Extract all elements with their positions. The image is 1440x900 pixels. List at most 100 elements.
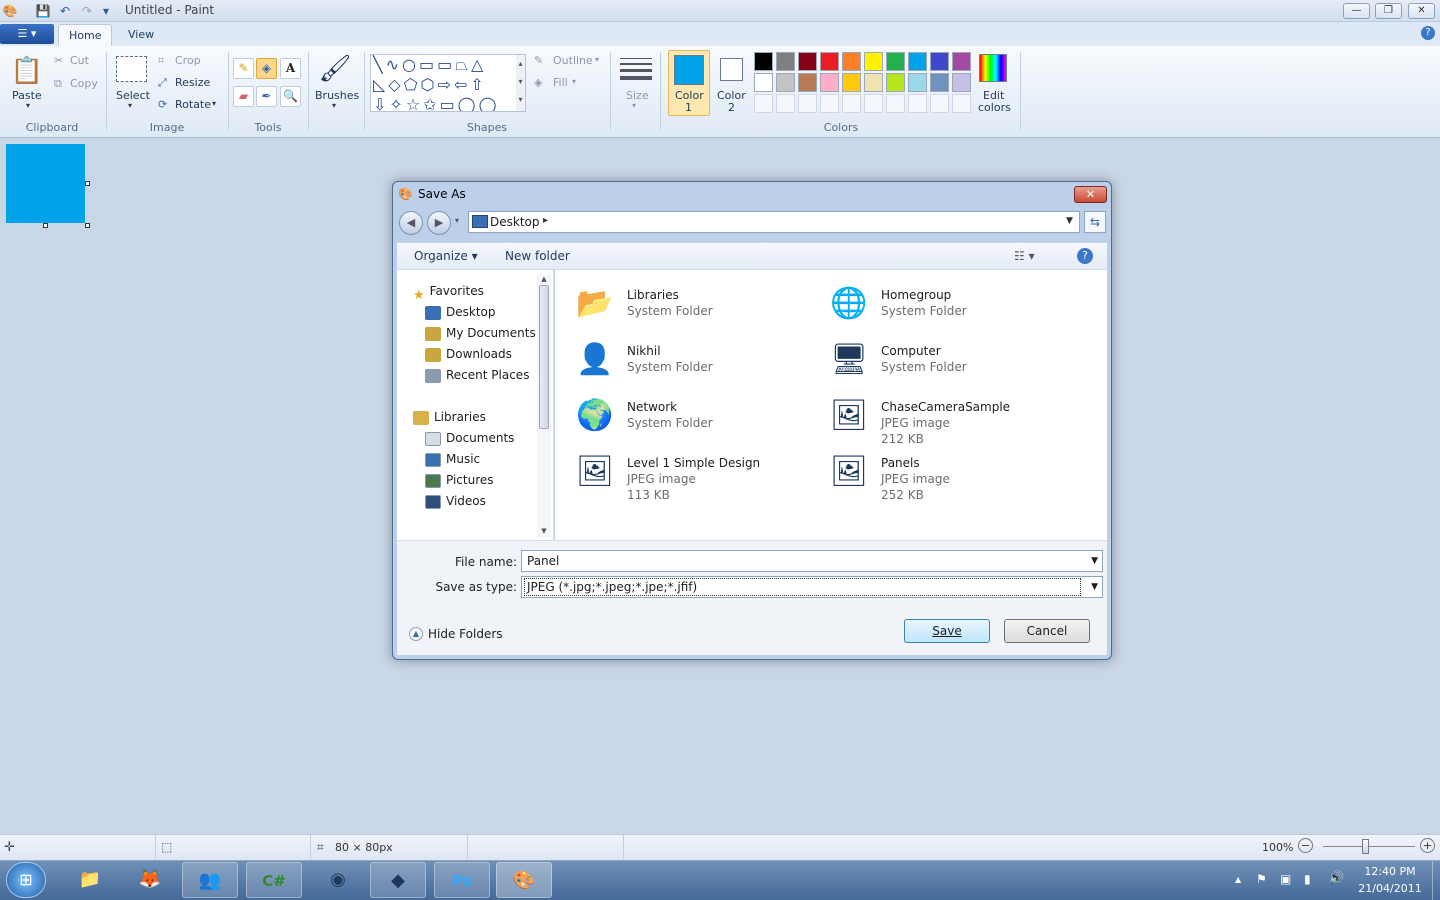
save-icon[interactable]: 💾 [35, 3, 51, 19]
crop-button[interactable]: Crop [175, 54, 201, 67]
show-desktop-button[interactable] [1432, 861, 1440, 900]
paste-dropdown-icon[interactable]: ▾ [26, 101, 30, 110]
nav-favorites[interactable]: ★ Favorites [413, 281, 484, 303]
brushes-dropdown-icon[interactable]: ▾ [332, 101, 336, 110]
size-dropdown-icon[interactable]: ▾ [632, 101, 636, 110]
recent-locations-dropdown[interactable]: ▾ [455, 216, 459, 225]
firefox-taskbar-icon[interactable]: 🦊 [122, 862, 178, 898]
palette-swatch[interactable] [864, 52, 883, 71]
breadcrumb-arrow[interactable]: ▸ [543, 215, 548, 226]
file-name-dropdown-icon[interactable]: ▼ [1091, 551, 1098, 571]
pencil-icon[interactable]: ✎ [233, 58, 254, 79]
outline-button[interactable]: Outline [553, 54, 593, 67]
palette-swatch[interactable] [930, 94, 949, 113]
blender-taskbar-icon[interactable]: ◉ [310, 862, 366, 898]
show-hidden-icons-button[interactable]: ▲ [1235, 875, 1241, 884]
select-dropdown-icon[interactable]: ▾ [128, 101, 132, 110]
palette-swatch[interactable] [776, 73, 795, 92]
file-item[interactable]: 🖼 Level 1 Simple Design JPEG image 113 KB [571, 447, 821, 503]
copy-button[interactable]: Copy [70, 77, 98, 90]
help-icon[interactable]: ? [1421, 26, 1435, 40]
file-item[interactable]: 👤 Nikhil System Folder [571, 335, 821, 387]
nav-libraries[interactable]: Libraries [413, 407, 486, 428]
minimize-button[interactable]: — [1343, 3, 1370, 19]
shapes-scroll[interactable]: ▴ ▾ ▾ [516, 55, 525, 111]
select-icon[interactable] [116, 56, 147, 82]
nav-scroll-up[interactable]: ▲ [537, 275, 551, 283]
palette-swatch[interactable] [952, 94, 971, 113]
action-center-flag-icon[interactable]: ⚑ [1256, 872, 1267, 886]
nav-library-item[interactable]: Documents [425, 428, 514, 449]
dialog-close-button[interactable]: ✕ [1074, 186, 1107, 203]
explorer-taskbar-icon[interactable]: 📁 [62, 862, 118, 898]
palette-swatch[interactable] [820, 73, 839, 92]
palette-swatch[interactable] [776, 94, 795, 113]
undo-icon[interactable]: ↶ [57, 3, 73, 19]
palette-swatch[interactable] [952, 73, 971, 92]
resize-handle-bottom[interactable] [43, 223, 48, 228]
palette-swatch[interactable] [798, 94, 817, 113]
select-button[interactable]: Select [116, 89, 150, 102]
edit-colors-icon[interactable] [979, 54, 1007, 82]
size-icon[interactable] [620, 56, 652, 82]
nav-library-item[interactable]: Videos [425, 491, 514, 512]
text-tool-icon[interactable]: A [280, 58, 301, 79]
start-button[interactable]: ⊞ [6, 862, 46, 898]
palette-swatch[interactable] [930, 73, 949, 92]
paste-icon[interactable]: 📋 [10, 52, 44, 90]
file-menu-button[interactable]: ☰ ▾ [0, 24, 54, 44]
nav-scroll-thumb[interactable] [539, 285, 549, 429]
color-picker-icon[interactable]: ✒ [256, 86, 277, 107]
magnifier-icon[interactable]: 🔍 [280, 86, 301, 107]
zoom-slider-track[interactable] [1323, 846, 1415, 847]
nav-favorite-item[interactable]: Downloads [425, 344, 536, 365]
edit-colors-button-line2[interactable]: colors [978, 101, 1011, 114]
nav-library-item[interactable]: Pictures [425, 470, 514, 491]
rotate-button[interactable]: Rotate [175, 98, 211, 111]
resize-handle-corner[interactable] [85, 223, 90, 228]
address-dropdown[interactable]: ▼ [1066, 216, 1073, 226]
resize-handle-right[interactable] [85, 181, 90, 186]
zoom-slider-thumb[interactable] [1362, 839, 1369, 854]
file-item[interactable]: 🌐 Homegroup System Folder [825, 279, 1075, 331]
organize-button[interactable]: Organize ▾ [414, 249, 478, 263]
palette-swatch[interactable] [798, 52, 817, 71]
palette-swatch[interactable] [798, 73, 817, 92]
restore-button[interactable]: ❐ [1375, 3, 1402, 19]
palette-swatch[interactable] [842, 73, 861, 92]
file-item[interactable]: 🌍 Network System Folder [571, 391, 821, 443]
palette-swatch[interactable] [886, 52, 905, 71]
size-button[interactable]: Size [626, 89, 649, 102]
nav-favorite-item[interactable]: Desktop [425, 302, 536, 323]
tab-home[interactable]: Home [58, 24, 113, 46]
palette-swatch[interactable] [886, 73, 905, 92]
palette-swatch[interactable] [820, 52, 839, 71]
palette-swatch[interactable] [908, 52, 927, 71]
paint-app-icon[interactable]: 🎨 [2, 3, 18, 19]
rotate-dropdown-icon[interactable]: ▾ [212, 99, 216, 108]
outline-dropdown-icon[interactable]: ▾ [595, 55, 599, 64]
tab-view[interactable]: View [118, 24, 164, 46]
palette-swatch[interactable] [864, 73, 883, 92]
file-item[interactable]: 🖥 Computer System Folder [825, 335, 1075, 387]
palette-swatch[interactable] [776, 52, 795, 71]
address-bar[interactable]: Desktop ▸ ▼ [468, 211, 1080, 233]
save-as-type-dropdown-icon[interactable]: ▼ [1091, 577, 1098, 597]
drawing-canvas[interactable] [6, 144, 85, 223]
save-as-type-select[interactable]: JPEG (*.jpg;*.jpeg;*.jpe;*.jfif) ▼ [521, 576, 1103, 598]
clock-date[interactable]: 21/04/2011 [1355, 882, 1425, 895]
brushes-icon[interactable]: 🖌 [318, 52, 352, 86]
nav-scroll-down[interactable]: ▼ [537, 527, 551, 535]
csharp-taskbar-icon[interactable]: C# [246, 862, 302, 898]
messenger-taskbar-icon[interactable]: 👥 [182, 862, 238, 898]
change-view-button[interactable]: ☷ ▾ [1014, 249, 1035, 263]
file-name-input[interactable]: Panel ▼ [521, 550, 1103, 572]
palette-swatch[interactable] [754, 73, 773, 92]
fill-bucket-icon[interactable]: ◈ [256, 58, 277, 79]
nav-scrollbar[interactable]: ▲ ▼ [537, 275, 551, 537]
nav-library-item[interactable]: Music [425, 449, 514, 470]
palette-swatch[interactable] [842, 52, 861, 71]
forward-button[interactable]: ▶ [427, 211, 451, 235]
save-button[interactable]: Save [904, 619, 990, 643]
hide-folders-button[interactable]: Hide Folders [428, 627, 503, 641]
